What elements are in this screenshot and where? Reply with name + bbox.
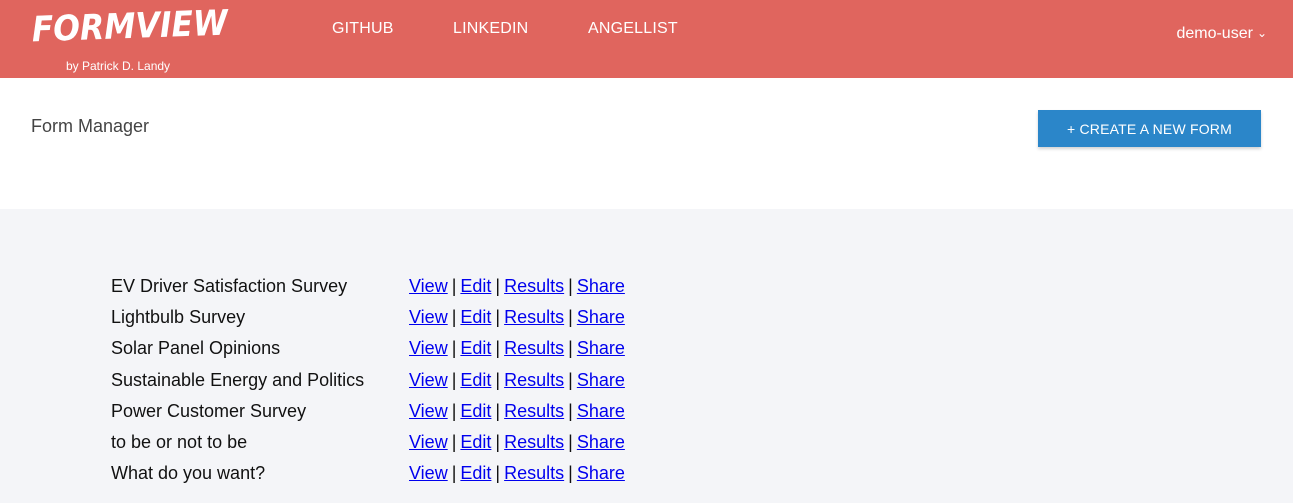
action-separator: | [451, 338, 457, 359]
action-separator: | [568, 307, 573, 328]
view-link[interactable]: View [409, 432, 448, 452]
nav-angellist-link[interactable]: ANGELLIST [588, 20, 678, 38]
edit-link[interactable]: Edit [460, 276, 491, 296]
formview-logo[interactable]: FORMVIEW [30, 4, 235, 52]
create-new-form-button[interactable]: + CREATE A NEW FORM [1038, 110, 1261, 147]
view-link[interactable]: View [409, 401, 448, 421]
action-separator: | [568, 338, 573, 359]
action-separator: | [495, 431, 501, 452]
view-link[interactable]: View [409, 463, 448, 483]
action-separator: | [451, 369, 457, 390]
action-separator: | [495, 307, 501, 328]
edit-link[interactable]: Edit [460, 463, 491, 483]
form-actions: View | Edit | Results | Share [409, 307, 625, 328]
action-separator: | [451, 276, 457, 296]
chevron-down-icon: ⌄ [1256, 26, 1267, 40]
form-name: Lightbulb Survey [111, 307, 246, 328]
share-link[interactable]: Share [577, 338, 625, 358]
page-title: Form Manager [31, 116, 150, 136]
view-link[interactable]: View [409, 276, 448, 296]
share-link[interactable]: Share [577, 276, 625, 296]
form-actions: View | Edit | Results | Share [409, 432, 625, 453]
action-separator: | [495, 463, 501, 484]
user-menu-dropdown[interactable]: demo-user ⌄ [1176, 25, 1267, 43]
top-nav-bar: FORMVIEW by Patrick D. Landy GITHUB LINK… [0, 0, 1293, 78]
action-separator: | [495, 338, 501, 359]
form-name: to be or not to be [111, 431, 248, 452]
action-separator: | [451, 307, 457, 328]
action-separator: | [495, 400, 501, 421]
share-link[interactable]: Share [577, 463, 625, 483]
results-link[interactable]: Results [504, 370, 564, 390]
form-actions: View | Edit | Results | Share [409, 463, 625, 484]
action-separator: | [451, 400, 457, 421]
action-separator: | [495, 369, 501, 390]
user-name: demo-user [1176, 25, 1253, 42]
view-link[interactable]: View [409, 370, 448, 390]
action-separator: | [495, 276, 501, 296]
results-link[interactable]: Results [504, 401, 564, 421]
form-name: Solar Panel Opinions [111, 338, 281, 359]
view-link[interactable]: View [409, 307, 448, 327]
view-link[interactable]: View [409, 338, 448, 358]
share-link[interactable]: Share [577, 432, 625, 452]
share-link[interactable]: Share [577, 370, 625, 390]
share-link[interactable]: Share [577, 401, 625, 421]
edit-link[interactable]: Edit [460, 370, 491, 390]
action-separator: | [451, 431, 457, 452]
form-name: What do you want? [111, 463, 266, 484]
logo-text: FORMVIEW [31, 4, 230, 50]
form-actions: View | Edit | Results | Share [409, 276, 625, 297]
action-separator: | [451, 463, 457, 484]
app-byline: by Patrick D. Landy [66, 59, 171, 73]
form-name: Sustainable Energy and Politics [111, 369, 365, 390]
form-name: Power Customer Survey [111, 400, 307, 421]
form-name: EV Driver Satisfaction Survey [111, 276, 348, 296]
results-link[interactable]: Results [504, 338, 564, 358]
results-link[interactable]: Results [504, 276, 564, 296]
edit-link[interactable]: Edit [460, 432, 491, 452]
action-separator: | [568, 400, 573, 421]
nav-github-link[interactable]: GITHUB [332, 20, 394, 38]
results-link[interactable]: Results [504, 432, 564, 452]
edit-link[interactable]: Edit [460, 338, 491, 358]
action-separator: | [568, 431, 573, 452]
form-actions: View | Edit | Results | Share [409, 370, 625, 391]
nav-linkedin-link[interactable]: LINKEDIN [453, 20, 528, 38]
page-header-band: Form Manager + CREATE A NEW FORM [0, 78, 1293, 209]
results-link[interactable]: Results [504, 307, 564, 327]
edit-link[interactable]: Edit [460, 307, 491, 327]
action-separator: | [568, 276, 573, 296]
form-actions: View | Edit | Results | Share [409, 338, 625, 359]
results-link[interactable]: Results [504, 463, 564, 483]
edit-link[interactable]: Edit [460, 401, 491, 421]
action-separator: | [568, 369, 573, 390]
action-separator: | [568, 463, 573, 484]
share-link[interactable]: Share [577, 307, 625, 327]
form-actions: View | Edit | Results | Share [409, 401, 625, 422]
